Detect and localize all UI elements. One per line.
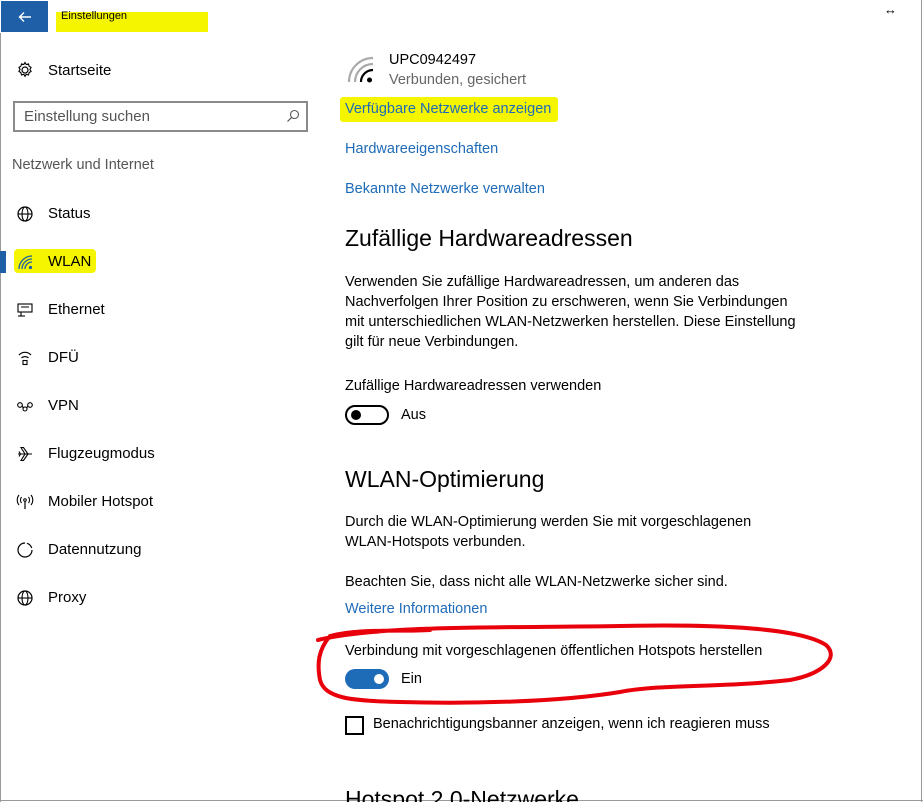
sidebar-item-data-usage[interactable]: Datennutzung <box>0 535 320 565</box>
more-info-link[interactable]: Weitere Informationen <box>345 601 487 617</box>
search-icon[interactable] <box>286 109 300 123</box>
window-title: Einstellungen <box>61 10 128 22</box>
toggle-knob <box>351 410 361 420</box>
home-link[interactable]: Startseite <box>15 60 111 80</box>
globe-icon <box>17 590 33 606</box>
sidebar-item-label: Flugzeugmodus <box>48 445 155 462</box>
manage-known-networks-link[interactable]: Bekannte Netzwerke verwalten <box>345 181 545 197</box>
sidebar-item-vpn[interactable]: VPN <box>0 391 320 421</box>
globe-icon <box>17 206 33 222</box>
wlan-optimization-heading: WLAN-Optimierung <box>345 466 545 492</box>
notification-banner-label: Benachrichtigungsbanner anzeigen, wenn i… <box>373 716 770 732</box>
sidebar-item-label: WLAN <box>48 253 92 270</box>
title-bar: Einstellungen ↔ <box>0 0 923 33</box>
toggle-knob <box>374 674 384 684</box>
home-label: Startseite <box>48 61 112 79</box>
random-hw-toggle[interactable] <box>345 405 389 425</box>
random-hw-description: Verwenden Sie zufällige Hardwareadressen… <box>345 274 796 350</box>
sidebar-item-dfue[interactable]: DFÜ <box>0 343 320 373</box>
sidebar-item-proxy[interactable]: Proxy <box>0 583 320 613</box>
back-arrow-icon <box>18 11 31 22</box>
search-input[interactable] <box>15 103 265 130</box>
wlan-optimization-description: Durch die WLAN-Optimierung werden Sie mi… <box>345 514 752 550</box>
random-hw-toggle-state: Aus <box>401 407 426 423</box>
sidebar-item-mobile-hotspot[interactable]: Mobiler Hotspot <box>0 487 320 517</box>
hardware-properties-link[interactable]: Hardwareeigenschaften <box>345 141 498 157</box>
network-name: UPC0942497 <box>389 52 477 68</box>
sidebar-item-label: Mobiler Hotspot <box>48 493 154 510</box>
settings-search[interactable] <box>13 101 308 132</box>
window-border <box>921 0 922 802</box>
wlan-security-note: Beachten Sie, dass nicht alle WLAN-Netzw… <box>345 574 728 590</box>
hotspot-icon <box>16 494 34 509</box>
random-hw-heading: Zufällige Hardwareadressen <box>345 225 633 251</box>
ethernet-icon <box>17 303 33 317</box>
hotspot-toggle-state: Ein <box>401 671 422 687</box>
wifi-icon <box>18 255 33 270</box>
sidebar-item-wlan[interactable]: WLAN <box>0 247 320 277</box>
hotspot-toggle-label: Verbindung mit vorgeschlagenen öffentlic… <box>345 643 763 659</box>
notification-banner-checkbox[interactable] <box>345 716 364 735</box>
airplane-icon <box>18 446 32 462</box>
sidebar-item-label: Ethernet <box>48 301 105 318</box>
active-indicator <box>0 251 6 273</box>
resize-icon[interactable]: ↔ <box>884 2 897 17</box>
dialup-icon <box>18 351 32 366</box>
network-status: Verbunden, gesichert <box>389 72 527 88</box>
back-button[interactable] <box>1 1 48 32</box>
sidebar-item-label: VPN <box>48 397 79 414</box>
hotspot-toggle[interactable] <box>345 669 389 689</box>
sidebar-item-ethernet[interactable]: Ethernet <box>0 295 320 325</box>
wifi-signal-icon <box>347 56 374 83</box>
gear-icon <box>18 61 32 78</box>
hotspot20-heading: Hotspot 2.0-Netzwerke <box>345 786 579 802</box>
sidebar-item-label: DFÜ <box>48 349 79 366</box>
data-usage-icon <box>17 542 33 558</box>
sidebar-item-label: Datennutzung <box>48 541 142 558</box>
show-networks-link[interactable]: Verfügbare Netzwerke anzeigen <box>345 101 551 117</box>
sidebar-item-label: Proxy <box>48 589 87 606</box>
section-heading: Netzwerk und Internet <box>12 157 154 173</box>
vpn-icon <box>17 402 33 412</box>
sidebar-item-airplane[interactable]: Flugzeugmodus <box>0 439 320 469</box>
random-hw-toggle-label: Zufällige Hardwareadressen verwenden <box>345 378 602 394</box>
sidebar-item-label: Status <box>48 205 91 222</box>
sidebar-item-status[interactable]: Status <box>0 199 320 229</box>
